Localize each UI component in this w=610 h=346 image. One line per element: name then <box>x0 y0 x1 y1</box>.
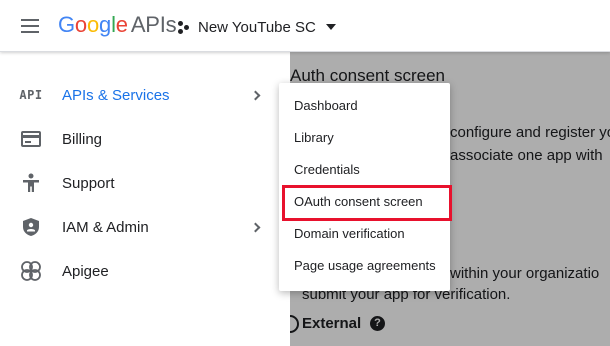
apis-services-submenu: Dashboard Library Credentials OAuth cons… <box>279 83 452 291</box>
sidebar-item-support[interactable]: Support <box>0 161 290 205</box>
sidebar-item-label: IAM & Admin <box>62 218 149 236</box>
apigee-icon <box>20 260 42 282</box>
menu-icon[interactable] <box>21 19 39 33</box>
project-name: New YouTube SC <box>198 18 316 36</box>
chevron-right-icon <box>250 90 261 100</box>
chevron-right-icon <box>250 222 261 232</box>
sidebar-item-label: APIs & Services <box>62 86 170 104</box>
sidebar-item-label: Apigee <box>62 262 109 280</box>
sidebar-item-label: Billing <box>62 130 103 148</box>
submenu-item-library[interactable]: Library <box>279 121 450 153</box>
billing-icon <box>20 128 42 150</box>
app-window: Google APIs New YouTube SC API APIs & Ser… <box>0 0 610 346</box>
project-selector[interactable]: New YouTube SC <box>176 14 336 40</box>
api-icon: API <box>19 88 43 102</box>
sidebar-item-label: Support <box>62 174 115 192</box>
sidebar-item-iam-admin[interactable]: IAM & Admin <box>0 205 290 249</box>
support-icon <box>20 172 42 194</box>
submenu-item-oauth-consent-screen[interactable]: OAuth consent screen <box>279 185 452 221</box>
project-icon <box>176 20 190 34</box>
shield-icon <box>20 216 42 238</box>
caret-down-icon <box>325 24 336 30</box>
submenu-item-credentials[interactable]: Credentials <box>279 153 450 185</box>
submenu-item-page-usage-agreements[interactable]: Page usage agreements <box>279 249 450 281</box>
google-apis-logo[interactable]: Google APIs <box>58 12 177 38</box>
sidebar: API APIs & Services Billing Support IAM … <box>0 52 290 346</box>
sidebar-item-apis-services[interactable]: API APIs & Services <box>0 73 290 117</box>
submenu-item-dashboard[interactable]: Dashboard <box>279 89 450 121</box>
submenu-item-domain-verification[interactable]: Domain verification <box>279 217 450 249</box>
sidebar-item-billing[interactable]: Billing <box>0 117 290 161</box>
top-bar: Google APIs New YouTube SC <box>0 0 610 52</box>
sidebar-item-apigee[interactable]: Apigee <box>0 249 290 293</box>
